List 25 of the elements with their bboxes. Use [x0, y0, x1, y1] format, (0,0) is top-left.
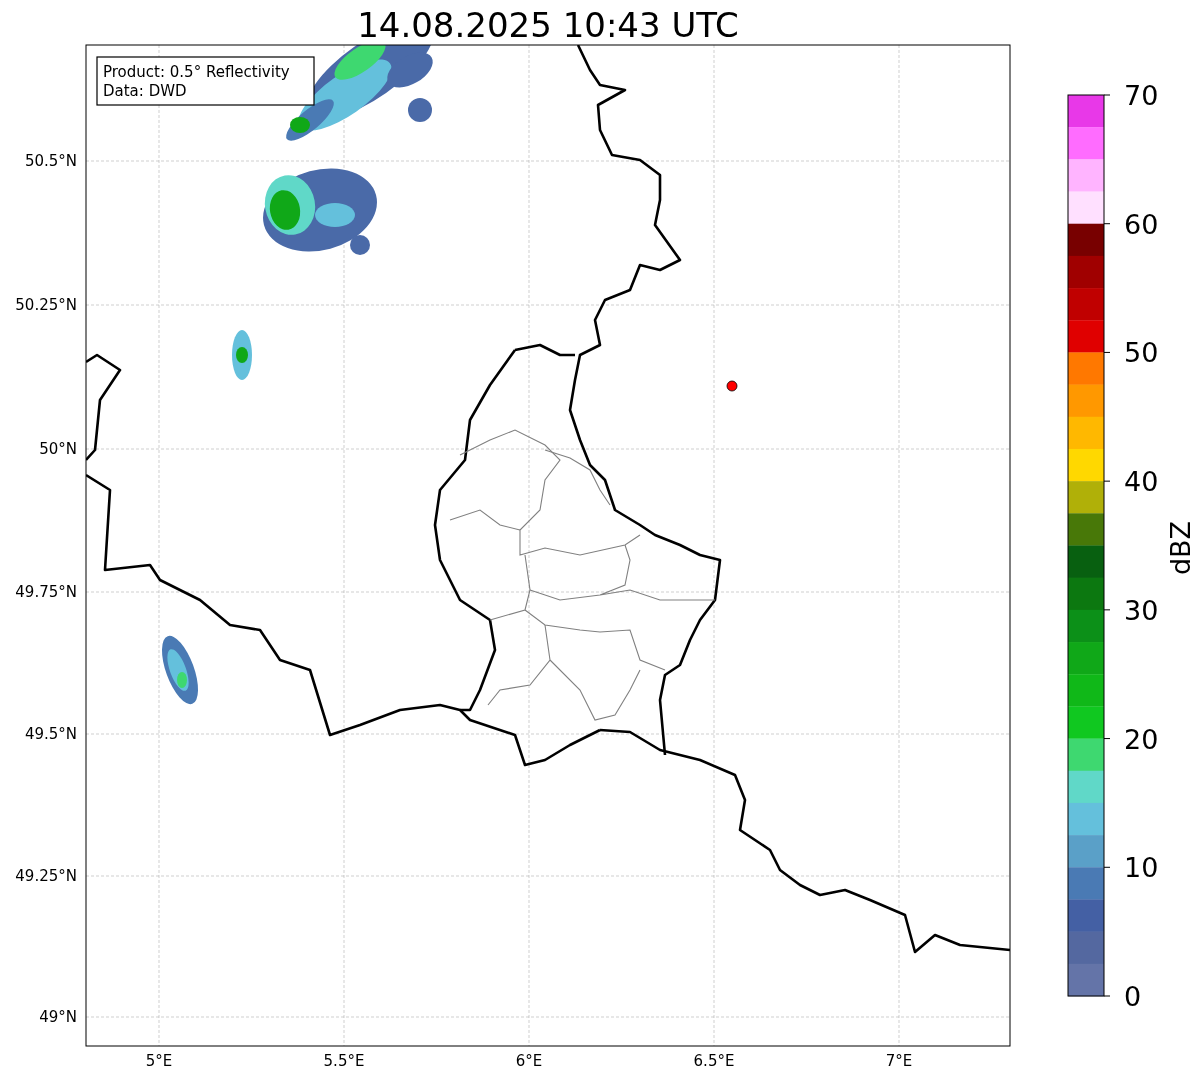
colorbar-tick-label: 60 — [1124, 208, 1159, 240]
longitude-label: 5°E — [145, 1052, 173, 1070]
latitude-label: 49.5°N — [24, 725, 77, 743]
colorbar-label: dBZ — [1165, 520, 1196, 576]
colorbar-tick-label: 30 — [1124, 594, 1159, 626]
latitude-label: 50.5°N — [24, 152, 77, 170]
latitude-label: 50°N — [39, 440, 77, 458]
legend-text: Product: 0.5° Reflectivity — [103, 63, 290, 81]
longitude-label: 6.5°E — [693, 1052, 735, 1070]
chart-title: 14.08.2025 10:43 UTC — [357, 5, 739, 45]
latitude-label: 49.25°N — [15, 867, 77, 885]
colorbar-tick-label: 20 — [1124, 723, 1159, 755]
colorbar-tick-label: 50 — [1124, 337, 1159, 369]
colorbar-tick-label: 40 — [1124, 466, 1159, 498]
longitude-label: 7°E — [885, 1052, 913, 1070]
latitude-label: 49.75°N — [15, 583, 77, 601]
longitude-label: 5.5°E — [323, 1052, 365, 1070]
latitude-label: 50.25°N — [15, 296, 77, 314]
colorbar-tick-label: 0 — [1124, 981, 1142, 1012]
colorbar-tick-label: 70 — [1124, 80, 1159, 111]
legend-text: Data: DWD — [103, 82, 187, 100]
radar-site-marker — [726, 380, 738, 392]
colorbar-tick-label: 10 — [1124, 852, 1159, 884]
latitude-label: 49°N — [39, 1008, 77, 1026]
longitude-label: 6°E — [515, 1052, 543, 1070]
